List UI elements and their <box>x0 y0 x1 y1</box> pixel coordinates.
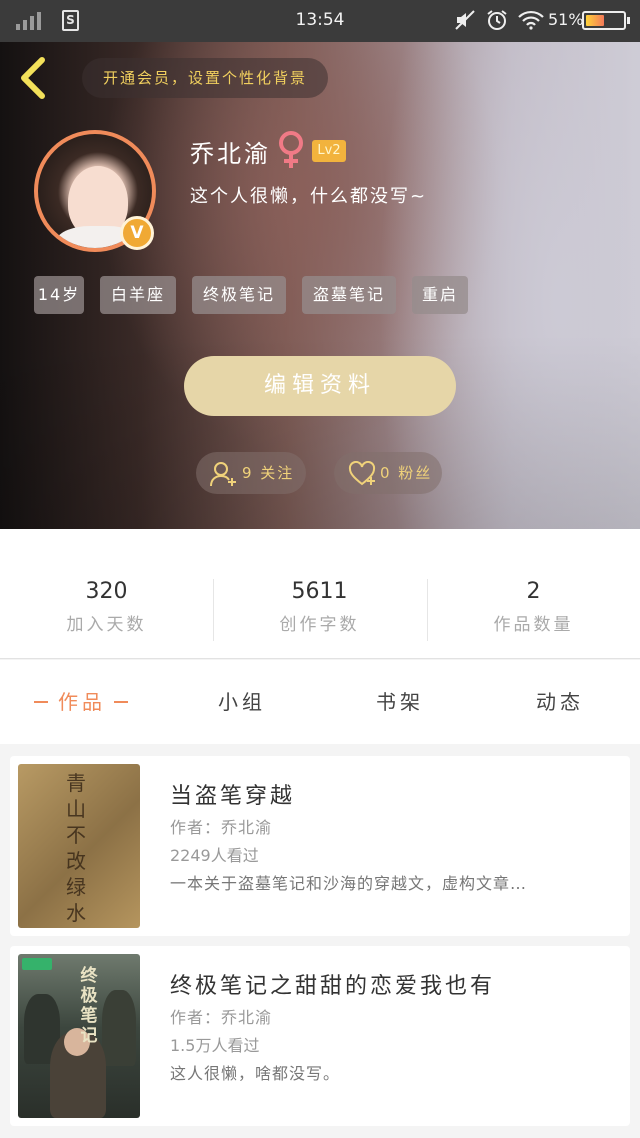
book-cover: 青山不改 绿水长流 <box>18 764 140 928</box>
active-tab-indicator <box>114 701 128 703</box>
stat-label: 加入天数 <box>66 615 147 635</box>
work-author: 作者：乔北渝 <box>170 1008 273 1027</box>
heart-icon <box>348 461 376 486</box>
verified-badge: V <box>120 216 154 250</box>
followers-count: 0 粉丝 <box>380 464 433 482</box>
tag-age: 14岁 <box>34 276 84 314</box>
tab-groups[interactable]: 小组 <box>218 686 266 715</box>
tag-interest: 终极笔记 <box>192 276 286 314</box>
username: 乔北渝 <box>190 140 271 168</box>
followers-button[interactable]: 0 粉丝 <box>334 452 442 494</box>
level-badge: Lv2 <box>312 140 346 162</box>
edit-profile-button[interactable]: 编辑资料 <box>184 356 456 416</box>
status-bar: S 13:54 51% <box>0 0 640 42</box>
work-title: 当盗笔穿越 <box>170 784 296 809</box>
active-tab-indicator <box>34 701 48 703</box>
tab-bar: 作品 小组 书架 动态 <box>0 660 640 744</box>
battery-percent: 51% <box>548 10 584 29</box>
stat-label: 作品数量 <box>493 615 574 635</box>
work-views: 1.5万人看过 <box>170 1036 260 1055</box>
following-count: 9 关注 <box>242 464 295 482</box>
works-list: 青山不改 绿水长流 当盗笔穿越 作者：乔北渝 2249人看过 一本关于盗墓笔记和… <box>0 744 640 1138</box>
work-title: 终极笔记之甜甜的恋爱我也有 <box>170 974 496 999</box>
cover-badge <box>22 958 52 970</box>
tag-interest: 盗墓笔记 <box>302 276 396 314</box>
battery-fill <box>586 15 604 26</box>
stats-bar: 320 加入天数 5611 创作字数 2 作品数量 <box>0 529 640 659</box>
stat-word-count: 5611 创作字数 <box>213 579 426 635</box>
signal-icon <box>16 12 44 30</box>
work-views: 2249人看过 <box>170 846 259 865</box>
stat-value: 2 <box>526 579 541 604</box>
female-icon <box>279 131 303 168</box>
book-cover: 终极笔记 <box>18 954 140 1118</box>
alarm-icon <box>487 10 507 30</box>
tag-interest: 重启 <box>412 276 468 314</box>
work-card[interactable]: 终极笔记 终极笔记之甜甜的恋爱我也有 作者：乔北渝 1.5万人看过 这人很懒，啥… <box>10 946 630 1126</box>
work-description: 这人很懒，啥都没写。 <box>170 1064 341 1083</box>
stat-value: 320 <box>85 579 128 604</box>
stat-works-count: 2 作品数量 <box>427 579 640 635</box>
back-arrow-icon[interactable] <box>14 56 54 100</box>
sim-icon: S <box>62 10 79 31</box>
battery-icon <box>582 11 630 30</box>
mute-icon <box>455 10 475 30</box>
cover-title: 终极笔记 <box>80 966 98 1046</box>
wifi-icon <box>518 10 544 30</box>
tab-activity[interactable]: 动态 <box>536 686 584 715</box>
work-author: 作者：乔北渝 <box>170 818 273 837</box>
cover-figure <box>102 990 136 1066</box>
add-user-icon <box>210 462 236 487</box>
work-card[interactable]: 青山不改 绿水长流 当盗笔穿越 作者：乔北渝 2249人看过 一本关于盗墓笔记和… <box>10 756 630 936</box>
status-time: 13:54 <box>295 10 345 30</box>
cover-calligraphy: 青山不改 绿水长流 <box>66 771 86 928</box>
tag-zodiac: 白羊座 <box>100 276 176 314</box>
profile-header: 开通会员，设置个性化背景 V 乔北渝 Lv2 这个人很懒，什么都没写~ 14岁 … <box>0 42 640 529</box>
stat-value: 5611 <box>291 579 348 604</box>
following-button[interactable]: 9 关注 <box>196 452 306 494</box>
tab-bookshelf[interactable]: 书架 <box>376 686 424 715</box>
tab-works[interactable]: 作品 <box>58 686 106 715</box>
work-description: 一本关于盗墓笔记和沙海的穿越文，虚构文章… <box>170 874 528 893</box>
stat-join-days: 320 加入天数 <box>0 579 213 635</box>
stat-label: 创作字数 <box>279 615 360 635</box>
vip-background-banner[interactable]: 开通会员，设置个性化背景 <box>82 58 328 98</box>
bio-text: 这个人很懒，什么都没写~ <box>190 186 428 207</box>
